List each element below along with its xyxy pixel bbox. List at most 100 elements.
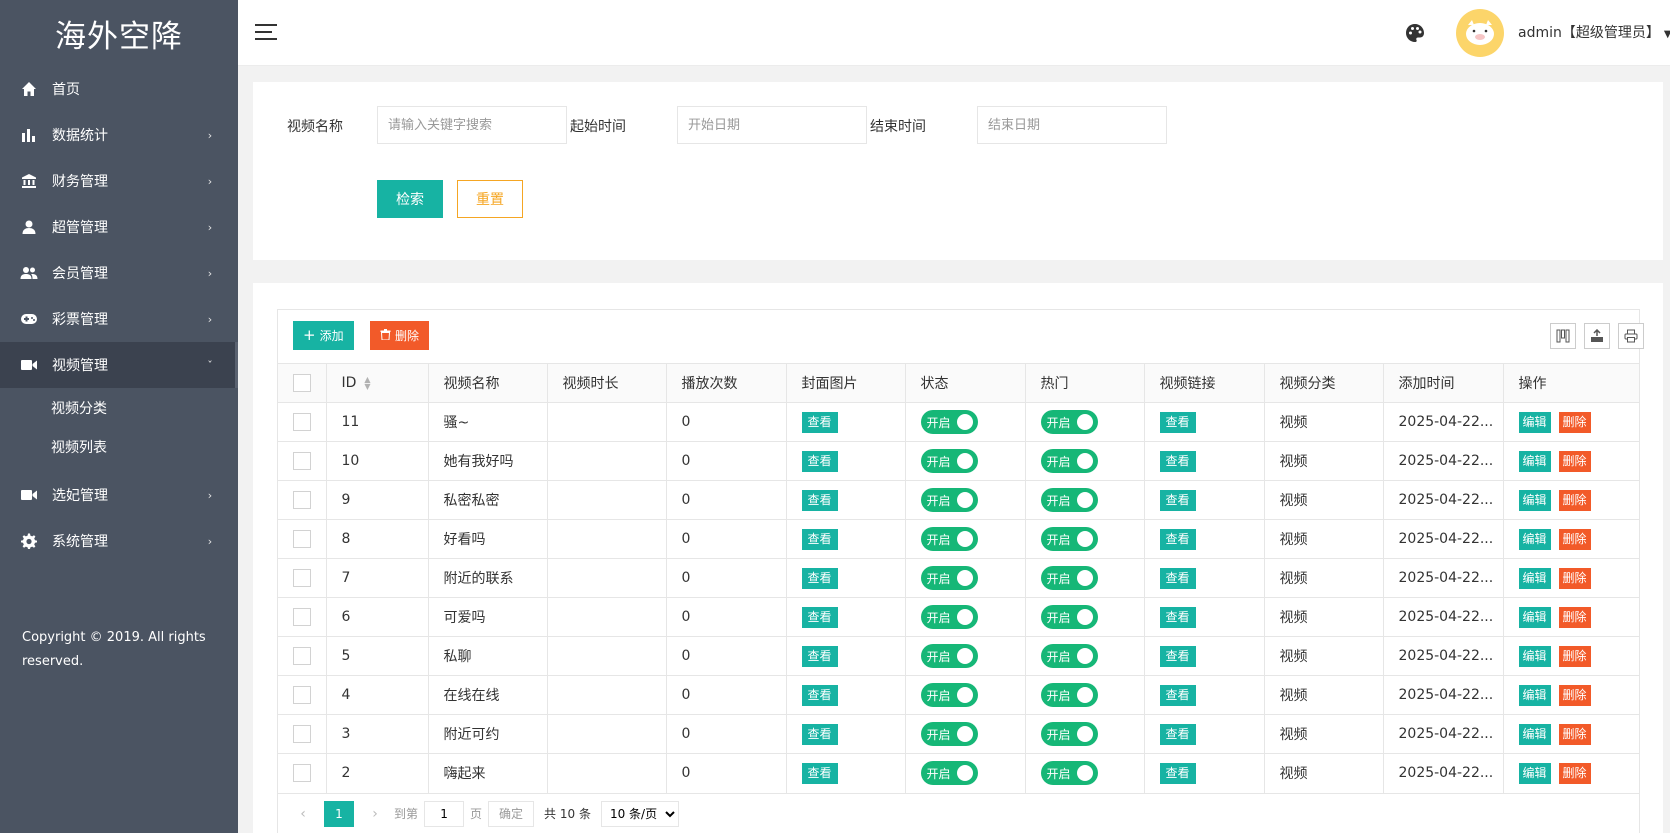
- view-link-button[interactable]: 查看: [1159, 489, 1196, 511]
- sidebar-subitem-video-category[interactable]: 视频分类: [0, 388, 238, 427]
- view-cover-button[interactable]: 查看: [801, 411, 838, 433]
- edit-button[interactable]: 编辑: [1518, 723, 1551, 745]
- row-checkbox[interactable]: [293, 686, 311, 704]
- hot-toggle[interactable]: 开启: [1040, 605, 1098, 629]
- next-page-icon[interactable]: ›: [362, 806, 388, 822]
- row-checkbox[interactable]: [293, 413, 311, 431]
- reset-button[interactable]: 重置: [457, 180, 523, 218]
- view-cover-button[interactable]: 查看: [801, 450, 838, 472]
- confirm-page-button[interactable]: 确定: [488, 800, 535, 827]
- goto-page-input[interactable]: [424, 800, 465, 827]
- video-name-input[interactable]: [377, 106, 567, 144]
- view-cover-button[interactable]: 查看: [801, 528, 838, 550]
- edit-button[interactable]: 编辑: [1518, 684, 1551, 706]
- batch-delete-button[interactable]: 删除: [370, 321, 430, 350]
- edit-button[interactable]: 编辑: [1518, 762, 1551, 784]
- view-cover-button[interactable]: 查看: [801, 606, 838, 628]
- edit-button[interactable]: 编辑: [1518, 489, 1551, 511]
- view-cover-button[interactable]: 查看: [801, 723, 838, 745]
- status-toggle[interactable]: 开启: [920, 527, 978, 551]
- status-toggle[interactable]: 开启: [920, 722, 978, 746]
- view-cover-button[interactable]: 查看: [801, 489, 838, 511]
- view-link-button[interactable]: 查看: [1159, 528, 1196, 550]
- row-checkbox[interactable]: [293, 764, 311, 783]
- view-link-button[interactable]: 查看: [1159, 645, 1196, 667]
- sidebar-item-members[interactable]: 会员管理 ›: [0, 250, 238, 296]
- view-cover-button[interactable]: 查看: [801, 645, 838, 667]
- status-toggle[interactable]: 开启: [920, 683, 978, 707]
- status-toggle[interactable]: 开启: [920, 410, 978, 434]
- hot-toggle[interactable]: 开启: [1040, 761, 1098, 786]
- hot-toggle[interactable]: 开启: [1040, 683, 1098, 707]
- sidebar-item-lottery[interactable]: 彩票管理 ›: [0, 296, 238, 342]
- palette-icon[interactable]: [1404, 22, 1426, 44]
- edit-button[interactable]: 编辑: [1518, 411, 1551, 433]
- sort-icon[interactable]: ▲ ▼: [364, 376, 370, 391]
- edit-button[interactable]: 编辑: [1518, 645, 1551, 667]
- status-toggle[interactable]: 开启: [920, 488, 978, 512]
- edit-button[interactable]: 编辑: [1518, 606, 1551, 628]
- row-checkbox[interactable]: [293, 452, 311, 470]
- view-link-button[interactable]: 查看: [1159, 762, 1196, 784]
- add-button[interactable]: + 添加: [293, 321, 354, 350]
- menu-toggle-icon[interactable]: [255, 24, 277, 42]
- sidebar-item-concubine[interactable]: 选妃管理 ›: [0, 472, 238, 518]
- delete-button[interactable]: 删除: [1558, 411, 1591, 433]
- hot-toggle[interactable]: 开启: [1040, 722, 1098, 746]
- view-cover-button[interactable]: 查看: [801, 684, 838, 706]
- columns-filter-icon[interactable]: [1550, 323, 1576, 349]
- delete-button[interactable]: 删除: [1558, 489, 1591, 511]
- start-date-input[interactable]: [677, 106, 867, 144]
- status-toggle[interactable]: 开启: [920, 761, 978, 786]
- prev-page-icon[interactable]: ‹: [290, 806, 316, 822]
- delete-button[interactable]: 删除: [1558, 645, 1591, 667]
- edit-button[interactable]: 编辑: [1518, 450, 1551, 472]
- view-link-button[interactable]: 查看: [1159, 411, 1196, 433]
- status-toggle[interactable]: 开启: [920, 449, 978, 473]
- hot-toggle[interactable]: 开启: [1040, 449, 1098, 473]
- user-menu[interactable]: admin【超级管理员】 ▼: [1518, 22, 1670, 42]
- status-toggle[interactable]: 开启: [920, 605, 978, 629]
- sidebar-item-home[interactable]: 首页: [0, 66, 238, 112]
- sidebar-item-admins[interactable]: 超管管理 ›: [0, 204, 238, 250]
- view-link-button[interactable]: 查看: [1159, 606, 1196, 628]
- export-icon[interactable]: [1584, 323, 1610, 349]
- sidebar-subitem-video-list[interactable]: 视频列表: [0, 427, 238, 466]
- hot-toggle[interactable]: 开启: [1040, 410, 1098, 434]
- row-checkbox[interactable]: [293, 608, 311, 626]
- edit-button[interactable]: 编辑: [1518, 528, 1551, 550]
- delete-button[interactable]: 删除: [1558, 528, 1591, 550]
- view-cover-button[interactable]: 查看: [801, 567, 838, 589]
- end-date-input[interactable]: [977, 106, 1167, 144]
- hot-toggle[interactable]: 开启: [1040, 644, 1098, 668]
- hot-toggle[interactable]: 开启: [1040, 488, 1098, 512]
- view-link-button[interactable]: 查看: [1159, 723, 1196, 745]
- avatar[interactable]: [1456, 9, 1504, 57]
- current-page-button[interactable]: 1: [324, 800, 354, 827]
- select-all-checkbox[interactable]: [293, 374, 311, 392]
- row-checkbox[interactable]: [293, 491, 311, 509]
- delete-button[interactable]: 删除: [1558, 684, 1591, 706]
- column-header-id[interactable]: ID ▲ ▼: [326, 363, 429, 403]
- view-link-button[interactable]: 查看: [1159, 567, 1196, 589]
- status-toggle[interactable]: 开启: [920, 566, 978, 590]
- status-toggle[interactable]: 开启: [920, 644, 978, 668]
- row-checkbox[interactable]: [293, 647, 311, 665]
- hot-toggle[interactable]: 开启: [1040, 527, 1098, 551]
- search-button[interactable]: 检索: [377, 180, 443, 218]
- page-size-select[interactable]: 10 条/页: [600, 800, 679, 827]
- view-link-button[interactable]: 查看: [1159, 684, 1196, 706]
- sidebar-item-video[interactable]: 视频管理 ˇ: [0, 342, 238, 388]
- delete-button[interactable]: 删除: [1558, 723, 1591, 745]
- hot-toggle[interactable]: 开启: [1040, 566, 1098, 590]
- row-checkbox[interactable]: [293, 569, 311, 587]
- delete-button[interactable]: 删除: [1558, 606, 1591, 628]
- sidebar-item-stats[interactable]: 数据统计 ›: [0, 112, 238, 158]
- delete-button[interactable]: 删除: [1558, 762, 1591, 784]
- sidebar-item-system[interactable]: 系统管理 ›: [0, 518, 238, 564]
- delete-button[interactable]: 删除: [1558, 567, 1591, 589]
- view-cover-button[interactable]: 查看: [801, 762, 838, 784]
- row-checkbox[interactable]: [293, 530, 311, 548]
- print-icon[interactable]: [1618, 323, 1644, 349]
- row-checkbox[interactable]: [293, 725, 311, 743]
